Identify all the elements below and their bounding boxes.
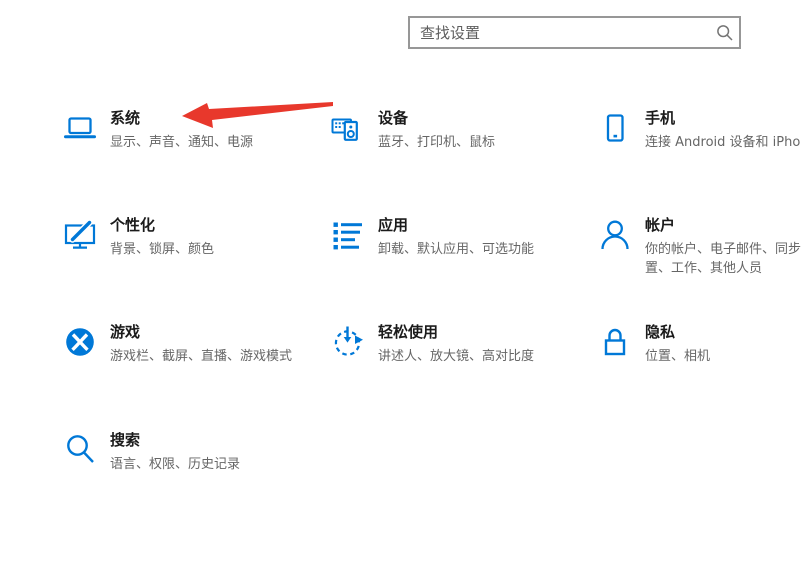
person-icon xyxy=(595,217,635,253)
tile-personalization[interactable]: 个性化 背景、锁屏、颜色 xyxy=(55,203,323,259)
tile-title: 搜索 xyxy=(110,431,141,449)
laptop-icon xyxy=(60,110,100,146)
settings-window: 系统 显示、声音、通知、电源 设备 蓝牙、打印机、鼠标 xyxy=(0,0,801,566)
tile-subtitle: 显示、声音、通知、电源 xyxy=(110,135,254,150)
tile-phone[interactable]: 手机 连接 Android 设备和 iPhone xyxy=(590,96,801,152)
tile-apps[interactable]: 应用 卸载、默认应用、可选功能 xyxy=(323,203,591,259)
tile-gaming[interactable]: 游戏 游戏栏、截屏、直播、游戏模式 xyxy=(55,310,323,366)
xbox-icon xyxy=(60,324,100,360)
search-input[interactable] xyxy=(408,16,741,49)
tile-title: 个性化 xyxy=(110,216,156,234)
tile-search[interactable]: 搜索 语言、权限、历史记录 xyxy=(55,418,323,474)
tile-system[interactable]: 系统 显示、声音、通知、电源 xyxy=(55,96,323,152)
tile-subtitle: 位置、相机 xyxy=(645,349,711,364)
search-box xyxy=(408,16,741,49)
tile-title: 手机 xyxy=(645,109,676,127)
red-annotation-arrow xyxy=(182,102,333,128)
tile-title: 帐户 xyxy=(645,216,676,234)
tile-ease-of-access[interactable]: 轻松使用 讲述人、放大镜、高对比度 xyxy=(323,310,591,366)
magnifier-icon xyxy=(60,432,100,468)
tile-subtitle: 卸载、默认应用、可选功能 xyxy=(378,242,535,257)
tile-privacy[interactable]: 隐私 位置、相机 xyxy=(590,310,801,366)
tile-subtitle: 语言、权限、历史记录 xyxy=(110,457,241,472)
tile-title: 设备 xyxy=(378,109,409,127)
tile-title: 应用 xyxy=(378,216,409,234)
tile-title: 隐私 xyxy=(645,323,676,341)
tile-subtitle: 蓝牙、打印机、鼠标 xyxy=(378,135,496,150)
tile-title: 轻松使用 xyxy=(378,323,439,341)
bulleted-list-icon xyxy=(328,217,368,253)
tile-subtitle: 背景、锁屏、颜色 xyxy=(110,242,215,257)
tile-subtitle: 游戏栏、截屏、直播、游戏模式 xyxy=(110,349,293,364)
magnifier-icon[interactable] xyxy=(716,24,734,42)
lock-icon xyxy=(595,324,635,360)
tile-subtitle: 讲述人、放大镜、高对比度 xyxy=(378,349,535,364)
smartphone-icon xyxy=(595,110,635,146)
tile-devices[interactable]: 设备 蓝牙、打印机、鼠标 xyxy=(323,96,591,152)
tile-title: 系统 xyxy=(110,109,141,127)
keyboard-speaker-icon xyxy=(328,110,368,146)
tile-subtitle: 连接 Android 设备和 iPhone xyxy=(645,135,801,150)
tile-subtitle: 你的帐户、电子邮件、同步设 置、工作、其他人员 xyxy=(645,242,801,276)
tile-accounts[interactable]: 帐户 你的帐户、电子邮件、同步设 置、工作、其他人员 xyxy=(590,203,801,278)
dashed-circle-arrow-icon xyxy=(328,324,368,360)
tile-title: 游戏 xyxy=(110,323,141,341)
monitor-brush-icon xyxy=(60,217,100,253)
